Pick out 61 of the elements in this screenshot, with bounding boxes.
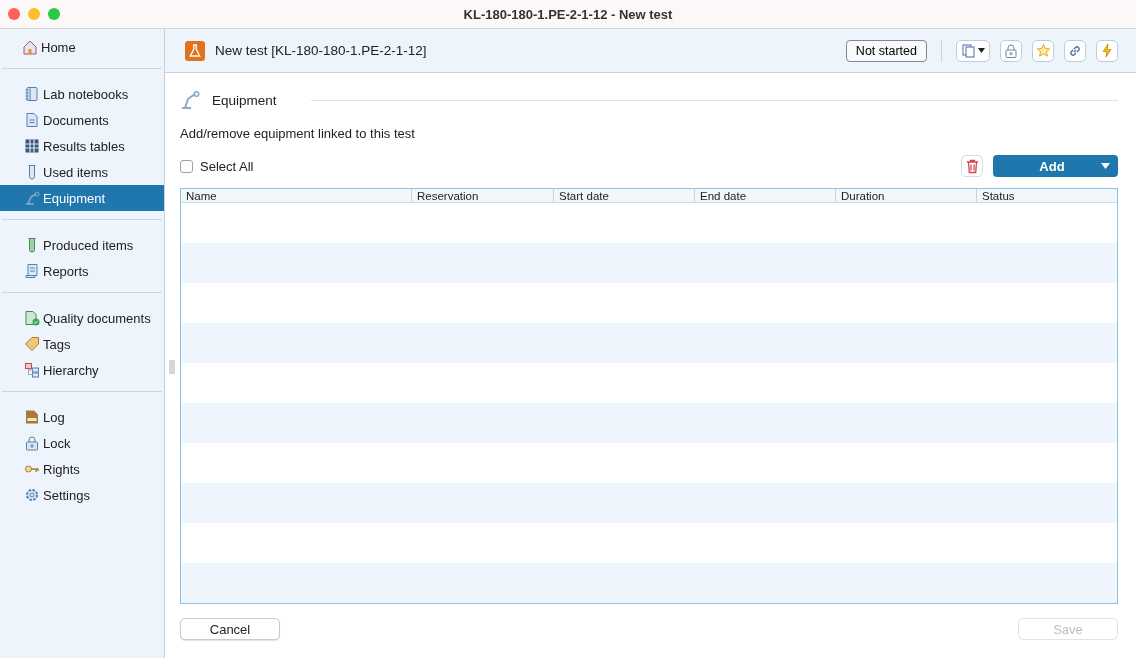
column-header[interactable]: Duration bbox=[835, 189, 976, 202]
house-icon bbox=[22, 39, 38, 55]
delete-button[interactable] bbox=[961, 155, 983, 177]
select-all-checkbox[interactable]: Select All bbox=[180, 158, 254, 174]
section-title: Equipment bbox=[212, 92, 277, 108]
copy-button[interactable] bbox=[956, 39, 990, 62]
column-header[interactable]: Start date bbox=[553, 189, 694, 202]
sidebar-item[interactable]: Documents bbox=[0, 107, 164, 133]
notebook-icon bbox=[24, 86, 40, 102]
lock-icon bbox=[24, 435, 40, 451]
lightning-button[interactable] bbox=[1096, 39, 1118, 62]
sidebar-item[interactable]: Reports bbox=[0, 258, 164, 284]
sidebar-item[interactable]: Tags bbox=[0, 331, 164, 357]
tag-icon bbox=[24, 336, 40, 352]
sidebar-item[interactable]: Lab notebooks bbox=[0, 81, 164, 107]
column-header[interactable]: End date bbox=[694, 189, 835, 202]
sidebar-item[interactable]: Used items bbox=[0, 159, 164, 185]
sidebar-item[interactable]: Rights bbox=[0, 456, 164, 482]
flask-icon bbox=[185, 40, 205, 61]
column-header[interactable]: Reservation bbox=[411, 189, 553, 202]
sidebar-item[interactable]: Results tables bbox=[0, 133, 164, 159]
sidebar-item[interactable]: Settings bbox=[0, 482, 164, 508]
link-icon bbox=[1068, 43, 1082, 58]
caret-icon bbox=[1101, 163, 1110, 169]
gear-icon bbox=[24, 487, 40, 503]
link-button[interactable] bbox=[1064, 39, 1086, 62]
close-button[interactable] bbox=[8, 8, 20, 20]
document-check-icon bbox=[24, 310, 40, 326]
lock-button[interactable] bbox=[1000, 39, 1022, 62]
splitter-handle[interactable] bbox=[169, 360, 175, 374]
lightning-icon bbox=[1101, 43, 1113, 58]
cancel-button[interactable]: Cancel bbox=[180, 618, 280, 640]
robot-arm-icon bbox=[24, 190, 40, 206]
log-file-icon bbox=[24, 409, 40, 425]
trash-icon bbox=[965, 158, 979, 174]
section-description: Add/remove equipment linked to this test bbox=[180, 126, 416, 142]
sidebar-item[interactable]: Log bbox=[0, 404, 164, 430]
sidebar-item[interactable]: Lock bbox=[0, 430, 164, 456]
document-icon bbox=[24, 112, 40, 128]
column-header[interactable]: Name bbox=[181, 189, 411, 202]
window-title: KL-180-180-1.PE-2-1-12 - New test bbox=[463, 6, 673, 22]
sidebar-item[interactable]: Produced items bbox=[0, 232, 164, 258]
hierarchy-icon bbox=[24, 362, 40, 378]
scroll-icon bbox=[24, 263, 40, 279]
status-button[interactable]: Not started bbox=[845, 39, 927, 62]
zoom-button[interactable] bbox=[48, 8, 60, 20]
robot-arm-icon bbox=[180, 90, 200, 110]
star-icon bbox=[1035, 43, 1051, 58]
test-title: New test [KL-180-180-1.PE-2-1-12] bbox=[215, 43, 428, 58]
sidebar-item[interactable]: Quality documents bbox=[0, 305, 164, 331]
lock-icon bbox=[1005, 43, 1017, 58]
sidebar-item[interactable]: Equipment bbox=[0, 185, 164, 211]
copy-icon bbox=[961, 43, 976, 58]
favorite-button[interactable] bbox=[1032, 39, 1054, 62]
grid-icon bbox=[24, 138, 40, 154]
column-header[interactable]: Status bbox=[976, 189, 1117, 202]
sidebar-item[interactable]: Home bbox=[0, 34, 166, 60]
sidebar-item[interactable]: Hierarchy bbox=[0, 357, 164, 383]
caret-icon bbox=[977, 48, 985, 53]
minimize-button[interactable] bbox=[28, 8, 40, 20]
add-button[interactable]: Add bbox=[993, 155, 1118, 177]
